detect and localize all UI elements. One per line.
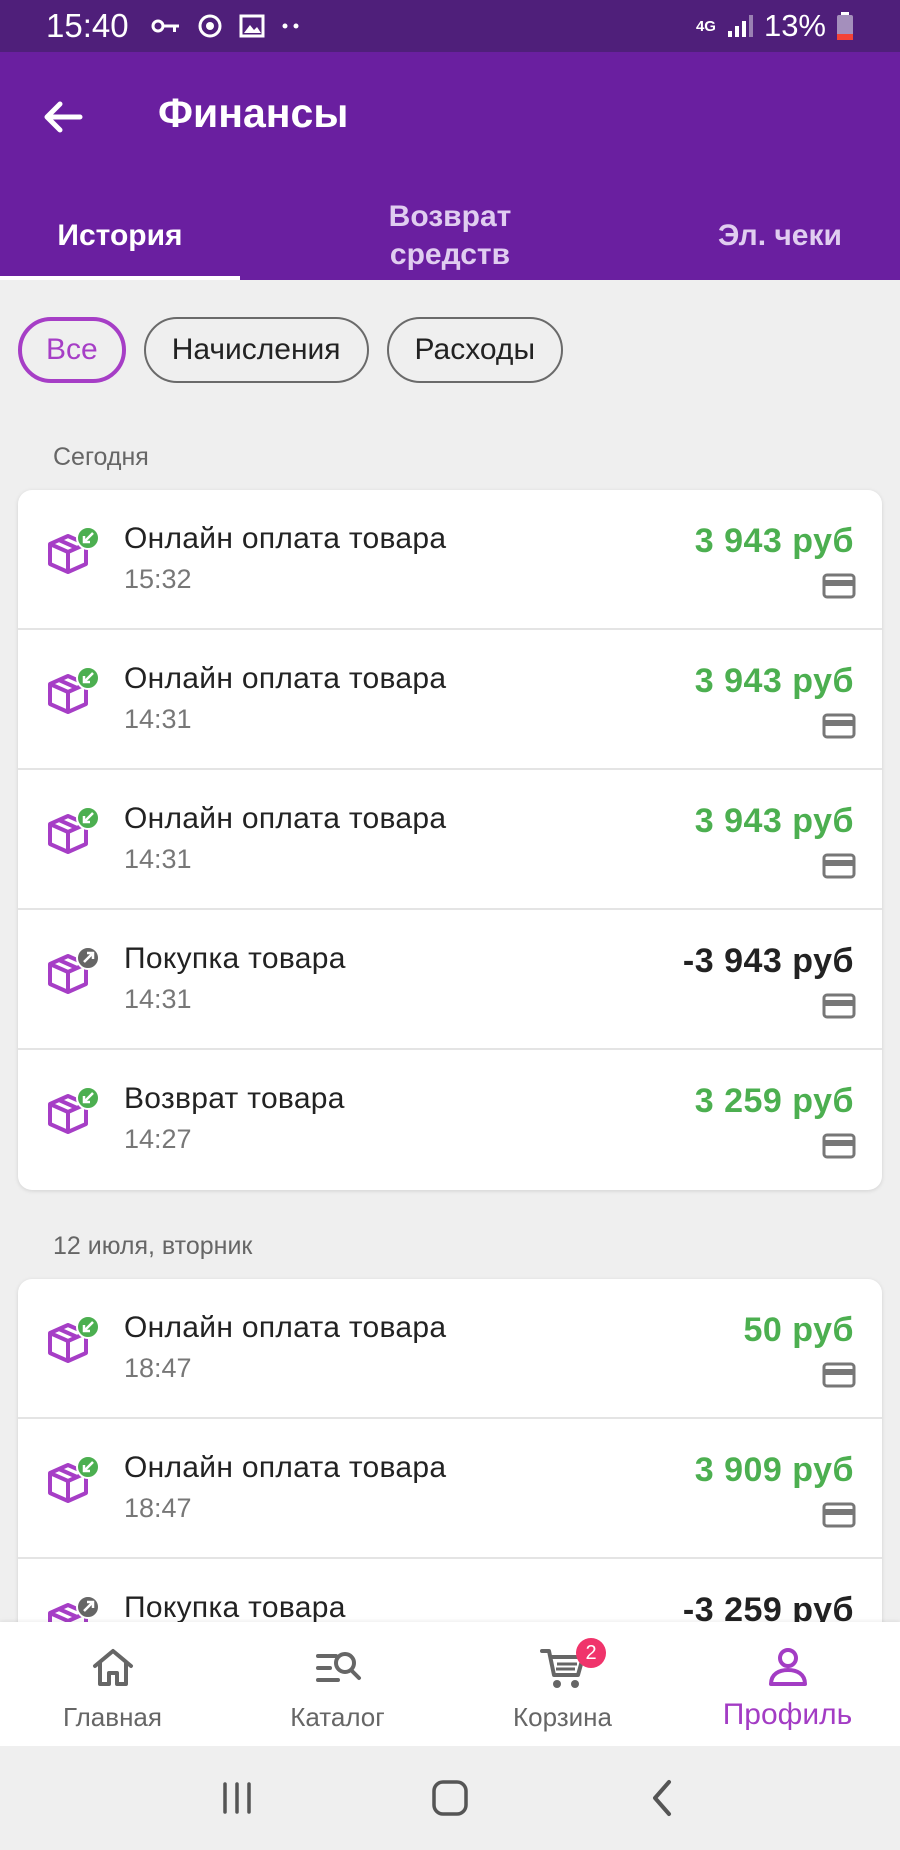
bottom-navigation: Главная Каталог 2 Корзина Профиль [0, 1622, 900, 1746]
nav-home[interactable]: Главная [0, 1622, 225, 1746]
transaction-title: Онлайн оплата товара [124, 802, 447, 835]
system-navigation-bar [0, 1746, 900, 1850]
parcel-income-icon [48, 1315, 100, 1363]
home-system-button[interactable] [420, 1768, 480, 1828]
key-icon [151, 19, 179, 33]
transaction-amount: -3 943 руб [682, 942, 854, 980]
sync-icon [198, 14, 222, 38]
tab-e-receipts[interactable]: Эл. чеки [660, 192, 900, 280]
nav-profile-label: Профиль [722, 1698, 853, 1731]
transaction-amount: 3 259 руб [694, 1082, 854, 1120]
battery-percent: 13% [763, 8, 826, 43]
parcel-income-icon [48, 806, 100, 854]
profile-icon [768, 1648, 807, 1686]
nav-cart[interactable]: 2 Корзина [450, 1622, 675, 1746]
tab-bar: История Возврат средств Эл. чеки [0, 192, 900, 280]
parcel-income-icon [48, 666, 100, 714]
transaction-amount: 3 909 руб [694, 1451, 854, 1489]
transaction-time: 15:32 [124, 564, 192, 594]
home-square-icon [432, 1780, 468, 1816]
transaction-time: 14:31 [124, 704, 192, 734]
transaction-row[interactable]: Онлайн оплата товара 18:47 3 909 руб [18, 1419, 882, 1559]
transaction-row[interactable]: Онлайн оплата товара 14:31 3 943 руб [18, 630, 882, 770]
transaction-title: Покупка товара [124, 942, 346, 975]
page-title: Финансы [158, 90, 349, 136]
transaction-amount: 3 943 руб [694, 802, 854, 840]
tab-refunds[interactable]: Возврат средств [240, 192, 660, 280]
nav-catalog-label: Каталог [290, 1702, 385, 1732]
transaction-time: 18:47 [124, 1493, 192, 1523]
filter-expenses[interactable]: Расходы [386, 317, 564, 383]
image-icon [239, 14, 265, 38]
more-notifications-icon [282, 23, 299, 29]
bank-card-icon [822, 1502, 856, 1528]
date-header: Сегодня [53, 443, 149, 471]
tab-refunds-label: Возврат средств [388, 200, 512, 271]
recent-apps-button[interactable] [207, 1768, 267, 1828]
transaction-title: Онлайн оплата товара [124, 1451, 447, 1484]
transaction-row[interactable]: Онлайн оплата товара 14:31 3 943 руб [18, 770, 882, 910]
date-header: 12 июля, вторник [53, 1232, 253, 1260]
system-back-button[interactable] [633, 1768, 693, 1828]
transaction-title: Покупка товара [124, 1591, 346, 1624]
app-bar: Финансы История Возврат средств Эл. чеки [0, 52, 900, 280]
chevron-left-icon [653, 1780, 672, 1816]
bank-card-icon [822, 573, 856, 599]
filter-all[interactable]: Все [18, 317, 126, 383]
transactions-card: Онлайн оплата товара 18:47 50 руб Онлайн… [18, 1279, 882, 1679]
transaction-row[interactable]: Онлайн оплата товара 18:47 50 руб [18, 1279, 882, 1419]
bank-card-icon [822, 993, 856, 1019]
tab-history[interactable]: История [0, 192, 240, 280]
transaction-title: Онлайн оплата товара [124, 522, 447, 555]
catalog-search-icon [315, 1652, 361, 1682]
network-type: 4G [695, 17, 716, 35]
status-bar: 15:40 4G 13% [0, 0, 900, 52]
transaction-time: 14:31 [124, 844, 192, 874]
bank-card-icon [822, 1133, 856, 1159]
transaction-time: 14:31 [124, 984, 192, 1014]
nav-home-label: Главная [63, 1702, 162, 1732]
filter-income[interactable]: Начисления [143, 317, 369, 383]
bank-card-icon [822, 853, 856, 879]
transaction-row[interactable]: Возврат товара 14:27 3 259 руб [18, 1050, 882, 1190]
nav-profile[interactable]: Профиль [675, 1622, 900, 1746]
transaction-amount: 50 руб [743, 1311, 854, 1349]
signal-icon [727, 15, 753, 37]
bank-card-icon [822, 1362, 856, 1388]
transaction-title: Возврат товара [124, 1082, 345, 1115]
home-icon [92, 1649, 133, 1686]
nav-cart-label: Корзина [512, 1702, 613, 1732]
transaction-title: Онлайн оплата товара [124, 662, 447, 695]
battery-icon [837, 12, 853, 40]
transaction-amount: 3 943 руб [694, 522, 854, 560]
transaction-row[interactable]: Онлайн оплата товара 15:32 3 943 руб [18, 490, 882, 630]
parcel-expense-icon [48, 946, 100, 994]
transactions-card: Онлайн оплата товара 15:32 3 943 руб Онл… [18, 490, 882, 1190]
nav-catalog[interactable]: Каталог [225, 1622, 450, 1746]
transaction-row[interactable]: Покупка товара 14:31 -3 943 руб [18, 910, 882, 1050]
parcel-income-icon [48, 526, 100, 574]
back-arrow-icon[interactable] [38, 92, 88, 142]
transaction-time: 14:27 [124, 1124, 192, 1154]
transaction-title: Онлайн оплата товара [124, 1311, 447, 1344]
parcel-income-icon [48, 1086, 100, 1134]
parcel-income-icon [48, 1455, 100, 1503]
filter-chips: Все Начисления Расходы [18, 317, 564, 383]
transaction-amount: 3 943 руб [694, 662, 854, 700]
status-time: 15:40 [46, 7, 129, 44]
recent-apps-icon [222, 1782, 251, 1814]
cart-badge: 2 [576, 1638, 606, 1668]
bank-card-icon [822, 713, 856, 739]
transaction-time: 18:47 [124, 1353, 192, 1383]
